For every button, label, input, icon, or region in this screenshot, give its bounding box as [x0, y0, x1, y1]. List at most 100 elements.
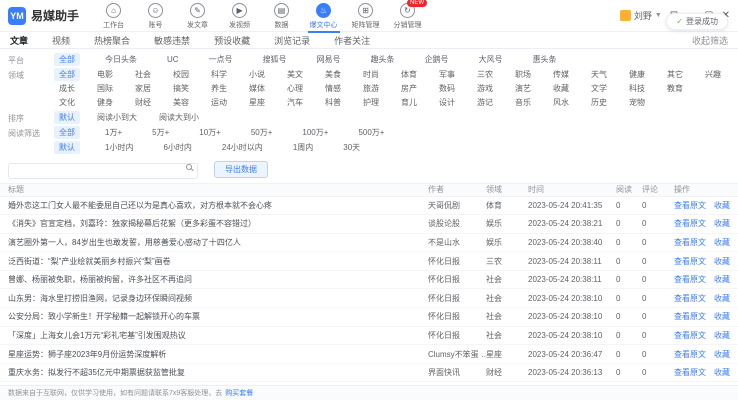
- nav-item-workbench[interactable]: ⌂工作台: [95, 1, 132, 30]
- filter-chip[interactable]: 数码: [434, 82, 460, 95]
- filter-chip[interactable]: 演艺: [510, 82, 536, 95]
- filter-chip[interactable]: 文学: [586, 82, 612, 95]
- tab-video[interactable]: 视频: [52, 34, 70, 47]
- filter-chip[interactable]: 教育: [662, 82, 688, 95]
- nav-item-post-video[interactable]: ▶发视频: [221, 1, 258, 30]
- filter-chip[interactable]: 校园: [168, 68, 194, 81]
- view-original-link[interactable]: 查看原文: [674, 219, 706, 228]
- filter-chip[interactable]: 媒体: [244, 82, 270, 95]
- filter-chip[interactable]: 音乐: [510, 96, 536, 109]
- filter-chip[interactable]: 一点号: [204, 53, 238, 66]
- filter-chip[interactable]: 全部: [54, 53, 80, 66]
- favorite-link[interactable]: 收藏: [714, 331, 730, 340]
- filter-chip[interactable]: 美容: [168, 96, 194, 109]
- filter-chip[interactable]: 搞笑: [168, 82, 194, 95]
- nav-item-hot-center[interactable]: ♨爆文中心: [305, 1, 342, 30]
- filter-chip[interactable]: 10万+: [194, 126, 226, 139]
- filter-chip[interactable]: 小说: [244, 68, 270, 81]
- filter-chip[interactable]: 时尚: [358, 68, 384, 81]
- filter-chip[interactable]: 500万+: [353, 126, 389, 139]
- view-original-link[interactable]: 查看原文: [674, 201, 706, 210]
- filter-chip[interactable]: 健身: [92, 96, 118, 109]
- filter-chip[interactable]: 默认: [54, 111, 80, 124]
- filter-chip[interactable]: 全部: [54, 68, 80, 81]
- filter-chip[interactable]: 美文: [282, 68, 308, 81]
- view-original-link[interactable]: 查看原文: [674, 368, 706, 377]
- favorite-link[interactable]: 收藏: [714, 350, 730, 359]
- filter-chip[interactable]: 宠物: [624, 96, 650, 109]
- filter-chip[interactable]: 1小时内: [100, 141, 138, 154]
- filter-chip[interactable]: 设计: [434, 96, 460, 109]
- filter-chip[interactable]: 传媒: [548, 68, 574, 81]
- article-title[interactable]: 曾娜、杨丽被免职，杨丽被拘留，许多社区不再追问: [8, 274, 428, 285]
- search-icon[interactable]: [186, 164, 192, 170]
- favorite-link[interactable]: 收藏: [714, 257, 730, 266]
- filter-chip[interactable]: 阅读大到小: [154, 111, 204, 124]
- favorite-link[interactable]: 收藏: [714, 275, 730, 284]
- filter-chip[interactable]: 1万+: [100, 126, 127, 139]
- filter-chip[interactable]: 收藏: [548, 82, 574, 95]
- filter-chip[interactable]: 游戏: [472, 82, 498, 95]
- favorite-link[interactable]: 收藏: [714, 294, 730, 303]
- favorite-link[interactable]: 收藏: [714, 312, 730, 321]
- filter-chip[interactable]: 养生: [206, 82, 232, 95]
- filter-chip[interactable]: 6小时内: [158, 141, 196, 154]
- filter-chip[interactable]: 家居: [130, 82, 156, 95]
- filter-chip[interactable]: 网易号: [312, 53, 346, 66]
- view-original-link[interactable]: 查看原文: [674, 294, 706, 303]
- tab-history[interactable]: 浏览记录: [274, 34, 310, 47]
- filter-chip[interactable]: 默认: [54, 141, 80, 154]
- tab-favorites[interactable]: 预设收藏: [214, 34, 250, 47]
- filter-chip[interactable]: 军事: [434, 68, 460, 81]
- view-original-link[interactable]: 查看原文: [674, 312, 706, 321]
- export-data-button[interactable]: 导出数据: [214, 161, 268, 178]
- nav-item-account[interactable]: ☺账号: [137, 1, 174, 30]
- filter-chip[interactable]: 国际: [92, 82, 118, 95]
- article-title[interactable]: 婚外恋这工门女人最不能委屈自己还以为是真心喜欢，对方根本就不会心疼: [8, 200, 428, 211]
- filter-chip[interactable]: UC: [162, 54, 184, 65]
- user-menu[interactable]: 刘野 ▼: [620, 9, 662, 22]
- article-title[interactable]: 《消失》官宣定档，刘嘉玲：独家揭秘幕后花絮（更多彩蛋不容错过）: [8, 218, 428, 229]
- article-title[interactable]: 「深度」上海女儿会1万元“彩礼宅基”引发围观热议: [8, 330, 428, 341]
- filter-chip[interactable]: 其它: [662, 68, 688, 81]
- filter-chip[interactable]: 文化: [54, 96, 80, 109]
- filter-chip[interactable]: 天气: [586, 68, 612, 81]
- filter-chip[interactable]: 企鹅号: [420, 53, 454, 66]
- filter-chip[interactable]: 科普: [320, 96, 346, 109]
- filter-chip[interactable]: 全部: [54, 126, 80, 139]
- view-original-link[interactable]: 查看原文: [674, 257, 706, 266]
- filter-chip[interactable]: 24小时以内: [217, 141, 268, 154]
- tab-article[interactable]: 文章: [10, 34, 28, 47]
- filter-chip[interactable]: 职场: [510, 68, 536, 81]
- filter-chip[interactable]: 50万+: [246, 126, 278, 139]
- filter-chip[interactable]: 育儿: [396, 96, 422, 109]
- view-original-link[interactable]: 查看原文: [674, 238, 706, 247]
- favorite-link[interactable]: 收藏: [714, 368, 730, 377]
- favorite-link[interactable]: 收藏: [714, 201, 730, 210]
- tab-hot-list[interactable]: 热榜聚合: [94, 34, 130, 47]
- nav-item-data[interactable]: ▤数据: [263, 1, 300, 30]
- article-title[interactable]: 公安分局：致小学新生！开学秘籍一起解锁开心的车票: [8, 311, 428, 322]
- filter-chip[interactable]: 100万+: [297, 126, 333, 139]
- nav-item-post-article[interactable]: ✎发文章: [179, 1, 216, 30]
- filter-chip[interactable]: 情感: [320, 82, 346, 95]
- filter-chip[interactable]: 兴趣: [700, 68, 726, 81]
- view-original-link[interactable]: 查看原文: [674, 275, 706, 284]
- article-title[interactable]: 星座运势：狮子座2023年9月份运势深度解析: [8, 349, 428, 360]
- collapse-filter-label[interactable]: 收起筛选: [692, 34, 728, 47]
- filter-chip[interactable]: 30天: [338, 141, 365, 154]
- filter-chip[interactable]: 财经: [130, 96, 156, 109]
- favorite-link[interactable]: 收藏: [714, 238, 730, 247]
- filter-chip[interactable]: 搜狐号: [258, 53, 292, 66]
- favorite-link[interactable]: 收藏: [714, 219, 730, 228]
- filter-chip[interactable]: 运动: [206, 96, 232, 109]
- filter-chip[interactable]: 历史: [586, 96, 612, 109]
- filter-chip[interactable]: 三农: [472, 68, 498, 81]
- view-original-link[interactable]: 查看原文: [674, 350, 706, 359]
- article-title[interactable]: 泛西街道：“梨”产业绘就美丽乡村振兴“梨”画卷: [8, 256, 428, 267]
- article-title[interactable]: 演艺圈外第一人，84岁出生也敢发誓，用慈善爱心感动了十四亿人: [8, 237, 428, 248]
- tab-sensitive[interactable]: 敏感违禁: [154, 34, 190, 47]
- filter-chip[interactable]: 今日头条: [100, 53, 142, 66]
- filter-chip[interactable]: 科技: [624, 82, 650, 95]
- buy-plan-link[interactable]: 购买套餐: [225, 388, 253, 398]
